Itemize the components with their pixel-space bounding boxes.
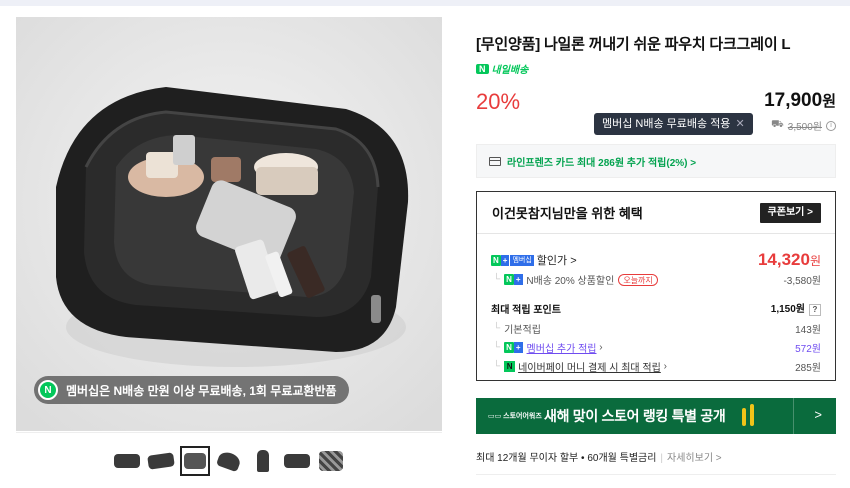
thumbnail-5[interactable] bbox=[248, 446, 278, 476]
promo-text: 멤버십은 N배송 만원 이상 무료배송, 1회 무료교환반품 bbox=[66, 383, 337, 398]
base-points-text: 기본적립 bbox=[504, 325, 541, 336]
points-row: 최대 적립 포인트 1,150원? bbox=[491, 300, 821, 316]
original-price: ⛟ 3,500원 i bbox=[771, 118, 836, 133]
help-icon[interactable]: ? bbox=[809, 304, 821, 316]
thumbnail-7[interactable] bbox=[316, 446, 346, 476]
benefit-box: 이건못참지님만을 위한 혜택 쿠폰보기 > N + 멤버십 할인가 > 14,320원… bbox=[476, 191, 836, 381]
thumbnail-2[interactable] bbox=[146, 446, 176, 476]
thumbnail-3-selected[interactable] bbox=[180, 445, 210, 476]
thumbnail-6[interactable] bbox=[282, 446, 312, 476]
product-title: [무인양품] 나일론 꺼내기 쉬운 파우치 다크그레이 L bbox=[476, 36, 791, 53]
npay-icon: N bbox=[504, 274, 514, 285]
installment-info: 최대 12개월 무이자 할부 • 60개월 특별금리 | 자세히보기 > bbox=[476, 449, 722, 464]
points-value-wrap: 1,150원? bbox=[771, 300, 821, 316]
member-points-row: └ N + 멤버십 추가 적립 › 572원 bbox=[491, 340, 821, 355]
thumbnail-1[interactable] bbox=[112, 446, 142, 476]
member-points-label[interactable]: └ N + 멤버십 추가 적립 › bbox=[491, 340, 603, 355]
membership-shipping-tooltip: 멤버십 N배송 무료배송 적용 ✕ bbox=[594, 113, 753, 135]
discount-rate: 20% bbox=[476, 89, 521, 114]
benefit-price-value: 14,320 bbox=[757, 250, 810, 269]
tree-branch-icon: └ bbox=[493, 342, 501, 353]
store-ranking-banner[interactable]: ▭▭ 스토어어워즈 새해 맞이 스토어 랭킹 특별 공개 > bbox=[476, 398, 836, 434]
membership-promo-pill: N 멤버십은 N배송 만원 이상 무료배송, 1회 무료교환반품 bbox=[34, 376, 349, 404]
banner-divider bbox=[793, 398, 794, 434]
npay-discount-label: └ N + N배송 20% 상품할인 오늘까지 bbox=[491, 272, 658, 287]
pay-points-label[interactable]: └ N 네이버페이 머니 결제 시 최대 적립 › bbox=[491, 359, 667, 374]
installment-more-link[interactable]: 자세히보기 > bbox=[667, 453, 722, 464]
truck-icon: ⛟ bbox=[771, 119, 784, 130]
npay-discount-text: N배송 20% 상품할인 bbox=[526, 276, 615, 287]
discount-label-text: 할인가 > bbox=[536, 255, 577, 267]
benefit-title: 이건못참지님만을 위한 혜택 bbox=[492, 206, 643, 221]
points-value: 1,150원 bbox=[770, 304, 805, 315]
close-icon[interactable]: ✕ bbox=[735, 118, 744, 130]
naverpay-icon: N bbox=[504, 361, 516, 372]
delivery-tag: N 내일배송 bbox=[476, 61, 528, 76]
shipping-fee-strike: 3,500원 bbox=[787, 122, 822, 133]
chevron-right-icon[interactable]: > bbox=[814, 407, 822, 422]
pouch-illustration bbox=[16, 17, 442, 431]
plus-icon: + bbox=[513, 342, 523, 353]
thumbnail-4[interactable] bbox=[214, 446, 244, 476]
membership-badge-icon: N bbox=[38, 380, 58, 400]
points-label: 최대 적립 포인트 bbox=[491, 304, 561, 316]
store-awards-logo: ▭▭ 스토어어워즈 bbox=[488, 413, 542, 420]
main-product-image[interactable] bbox=[16, 17, 442, 431]
discount-price-label[interactable]: N + 멤버십 할인가 > bbox=[491, 252, 577, 268]
pay-points-link[interactable]: 네이버페이 머니 결제 시 최대 적립 bbox=[518, 359, 661, 374]
product-info-panel: [무인양품] 나일론 꺼내기 쉬운 파우치 다크그레이 L N 내일배송 20%… bbox=[476, 0, 836, 488]
member-points-value: 572원 bbox=[795, 344, 821, 355]
thumbnail-strip bbox=[16, 432, 442, 488]
npay-icon: N bbox=[491, 254, 501, 266]
coupon-button[interactable]: 쿠폰보기 > bbox=[759, 202, 821, 223]
npay-discount-value: -3,580원 bbox=[783, 276, 821, 287]
discount-price-row: N + 멤버십 할인가 > 14,320원 bbox=[491, 250, 821, 270]
membership-tag: 멤버십 bbox=[510, 254, 534, 266]
today-only-badge: 오늘까지 bbox=[618, 273, 658, 286]
trophy-icon bbox=[738, 404, 762, 428]
info-icon[interactable]: i bbox=[826, 120, 836, 131]
tree-branch-icon: └ bbox=[493, 274, 501, 285]
tree-branch-icon: └ bbox=[493, 361, 501, 372]
base-points-value: 143원 bbox=[795, 325, 821, 336]
pay-points-row: └ N 네이버페이 머니 결제 시 최대 적립 › 285원 bbox=[491, 359, 821, 374]
card-offer-text: 라인프렌즈 카드 최대 286원 추가 적립(2%) > bbox=[507, 157, 697, 169]
installment-text: 최대 12개월 무이자 할부 • 60개월 특별금리 bbox=[476, 453, 657, 464]
base-points-label: └ 기본적립 bbox=[491, 321, 541, 336]
base-points-row: └ 기본적립 143원 bbox=[491, 321, 821, 336]
tree-branch-icon: └ bbox=[493, 323, 501, 334]
benefit-price-currency: 원 bbox=[809, 254, 821, 268]
credit-card-icon bbox=[489, 156, 501, 166]
card-offer[interactable]: 라인프렌즈 카드 최대 286원 추가 적립(2%) > bbox=[476, 144, 836, 178]
npay-discount-row: └ N + N배송 20% 상품할인 오늘까지 -3,580원 bbox=[491, 272, 821, 287]
tooltip-text: 멤버십 N배송 무료배송 적용 bbox=[602, 118, 731, 130]
price-value: 17,900 bbox=[764, 90, 823, 111]
plus-icon: + bbox=[500, 254, 510, 266]
plus-icon: + bbox=[513, 274, 523, 285]
npay-icon: N bbox=[504, 342, 514, 353]
pay-points-value: 285원 bbox=[795, 363, 821, 374]
benefit-sale-price: 14,320원 bbox=[758, 250, 821, 270]
banner-text: 새해 맞이 스토어 랭킹 특별 공개 bbox=[544, 408, 726, 424]
sale-price: 17,900원 bbox=[764, 90, 836, 112]
divider bbox=[476, 474, 836, 475]
n-delivery-icon: N bbox=[476, 63, 489, 74]
separator: | bbox=[660, 453, 664, 464]
member-points-link[interactable]: 멤버십 추가 적립 bbox=[527, 340, 597, 355]
price-currency: 원 bbox=[822, 93, 836, 110]
benefit-header: 이건못참지님만을 위한 혜택 쿠폰보기 > bbox=[477, 192, 835, 234]
delivery-tag-label: 내일배송 bbox=[491, 65, 529, 76]
